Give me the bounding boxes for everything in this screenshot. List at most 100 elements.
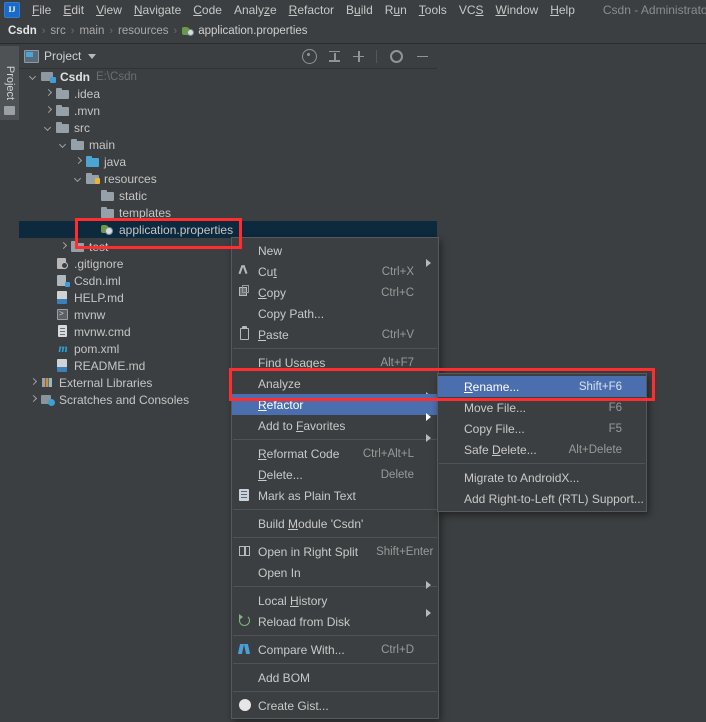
tree-row[interactable]: .idea bbox=[19, 85, 437, 102]
chevron-down-icon[interactable] bbox=[44, 123, 53, 132]
menu-window[interactable]: Window bbox=[490, 1, 545, 19]
refactor-submenu-item-rename[interactable]: Rename... Shift+F6 bbox=[438, 376, 646, 397]
context-menu-item-open-in-right-split[interactable]: Open in Right Split Shift+Enter bbox=[232, 541, 438, 562]
context-menu-item-copy[interactable]: Copy Ctrl+C bbox=[232, 282, 438, 303]
tree-arrow-none bbox=[44, 361, 53, 370]
menu-item-label: Add to Favorites bbox=[258, 418, 346, 433]
menu-build[interactable]: Build bbox=[340, 1, 379, 19]
toolbar-divider bbox=[376, 49, 377, 63]
context-menu-item-refactor[interactable]: Refactor bbox=[232, 394, 438, 421]
gist-icon bbox=[232, 695, 258, 716]
menu-file[interactable]: File bbox=[26, 1, 57, 19]
breadcrumb-item-resources[interactable]: resources bbox=[118, 25, 169, 37]
locate-icon[interactable] bbox=[302, 48, 317, 64]
chevron-down-icon[interactable] bbox=[59, 140, 68, 149]
chevron-down-icon[interactable] bbox=[74, 174, 83, 183]
context-menu-item-cut[interactable]: Cut Ctrl+X bbox=[232, 261, 438, 282]
tree-row[interactable]: templates bbox=[19, 204, 437, 221]
settings-gear-icon[interactable] bbox=[390, 49, 403, 63]
refactor-submenu-item-safe-delete[interactable]: Safe Delete... Alt+Delete bbox=[438, 439, 646, 460]
context-menu-item-reload-from-disk[interactable]: Reload from Disk bbox=[232, 611, 438, 632]
menu-tools[interactable]: Tools bbox=[413, 1, 453, 19]
tree-row-label: java bbox=[104, 154, 127, 169]
refactor-submenu-item-add-right-to-left-rtl-support[interactable]: Add Right-to-Left (RTL) Support... bbox=[438, 488, 646, 509]
context-menu-item-local-history[interactable]: Local History bbox=[232, 590, 438, 617]
menu-view[interactable]: View bbox=[90, 1, 128, 19]
menu-separator bbox=[233, 537, 437, 538]
context-menu-item-paste[interactable]: Paste Ctrl+V bbox=[232, 324, 438, 345]
tree-row[interactable]: .mvn bbox=[19, 102, 437, 119]
context-menu-item-delete[interactable]: Delete... Delete bbox=[232, 464, 438, 485]
context-menu-item-compare-with[interactable]: Compare With... Ctrl+D bbox=[232, 639, 438, 660]
menu-item-icon-slot bbox=[232, 562, 258, 583]
context-menu-item-new[interactable]: New bbox=[232, 240, 438, 267]
chevron-right-icon[interactable] bbox=[29, 378, 38, 387]
menu-help[interactable]: Help bbox=[544, 1, 581, 19]
refactor-submenu[interactable]: Rename... Shift+F6 Move File... F6 Copy File… bbox=[437, 373, 647, 512]
menu-item-label: Build Module 'Csdn' bbox=[258, 516, 364, 531]
menu-code[interactable]: Code bbox=[187, 1, 228, 19]
menu-item-shortcut: Ctrl+D bbox=[381, 643, 414, 656]
menu-refactor[interactable]: Refactor bbox=[283, 1, 340, 19]
tree-row[interactable]: resources bbox=[19, 170, 437, 187]
menu-item-shortcut: Alt+Delete bbox=[568, 443, 622, 456]
menu-vcs[interactable]: VCS bbox=[453, 1, 490, 19]
breadcrumb-item-src[interactable]: src bbox=[50, 25, 65, 37]
menu-navigate[interactable]: Navigate bbox=[128, 1, 187, 19]
refactor-submenu-item-move-file[interactable]: Move File... F6 bbox=[438, 397, 646, 418]
menu-item-icon-slot bbox=[232, 394, 258, 415]
context-menu-item-add-to-favorites[interactable]: Add to Favorites bbox=[232, 415, 438, 442]
menu-run[interactable]: Run bbox=[379, 1, 413, 19]
chevron-right-icon[interactable] bbox=[44, 89, 53, 98]
menu-edit[interactable]: Edit bbox=[57, 1, 90, 19]
tree-row[interactable]: Csdn E:\Csdn bbox=[19, 68, 437, 85]
context-menu-item-open-in[interactable]: Open In bbox=[232, 562, 438, 589]
chevron-right-icon[interactable] bbox=[59, 242, 68, 251]
chevron-right-icon[interactable] bbox=[74, 157, 83, 166]
chevron-down-icon[interactable] bbox=[88, 53, 97, 59]
chevron-right-icon[interactable] bbox=[29, 395, 38, 404]
expand-all-icon[interactable] bbox=[352, 50, 365, 63]
refactor-submenu-item-copy-file[interactable]: Copy File... F5 bbox=[438, 418, 646, 439]
menu-item-label: Analyze bbox=[258, 376, 301, 391]
breadcrumb-item-main[interactable]: main bbox=[79, 25, 104, 37]
breadcrumb-file[interactable]: application.properties bbox=[198, 25, 307, 37]
folder-res-icon bbox=[86, 172, 100, 185]
tool-window-tab-project[interactable]: Project bbox=[0, 46, 21, 120]
context-menu-item-create-gist[interactable]: Create Gist... bbox=[232, 695, 438, 716]
chevron-down-icon[interactable] bbox=[29, 72, 38, 81]
context-menu-item-find-usages[interactable]: Find Usages Alt+F7 bbox=[232, 352, 438, 373]
tree-row-label: .gitignore bbox=[74, 256, 124, 271]
collapse-all-icon[interactable] bbox=[328, 50, 341, 63]
tree-row-label: test bbox=[89, 239, 109, 254]
sh-icon bbox=[56, 308, 70, 321]
breadcrumb: Csdn › src › main › resources › applicat… bbox=[0, 19, 706, 44]
menu-analyze[interactable]: Analyze bbox=[228, 1, 283, 19]
module-icon bbox=[41, 70, 56, 83]
context-menu-item-build-module-csdn[interactable]: Build Module 'Csdn' bbox=[232, 513, 438, 534]
tree-row-label: HELP.md bbox=[74, 290, 124, 305]
hide-icon[interactable] bbox=[416, 50, 429, 63]
tree-row[interactable]: static bbox=[19, 187, 437, 204]
context-menu-item-mark-as-plain-text[interactable]: Mark as Plain Text bbox=[232, 485, 438, 506]
idea-window: FileEditViewNavigateCodeAnalyzeRefactorB… bbox=[0, 0, 706, 719]
breadcrumb-root[interactable]: Csdn bbox=[0, 25, 37, 37]
context-menu-item-add-bom[interactable]: Add BOM bbox=[232, 667, 438, 688]
chevron-right-icon[interactable] bbox=[44, 106, 53, 115]
tree-row[interactable]: main bbox=[19, 136, 437, 153]
tree-row-selected[interactable]: application.properties bbox=[19, 221, 437, 238]
tree-row[interactable]: java bbox=[19, 153, 437, 170]
tree-arrow-none bbox=[44, 310, 53, 319]
tree-arrow-none bbox=[44, 259, 53, 268]
context-menu[interactable]: New Cut Ctrl+X Copy Ctrl+C Copy Path... Paste C… bbox=[231, 237, 439, 719]
refactor-submenu-item-migrate-to-androidx[interactable]: Migrate to AndroidX... bbox=[438, 467, 646, 488]
cmd-icon bbox=[56, 325, 70, 338]
tree-row[interactable]: src bbox=[19, 119, 437, 136]
tree-arrow-none bbox=[44, 327, 53, 336]
copy-icon bbox=[232, 282, 258, 303]
context-menu-item-analyze[interactable]: Analyze bbox=[232, 373, 438, 400]
menu-bar: FileEditViewNavigateCodeAnalyzeRefactorB… bbox=[0, 0, 706, 19]
context-menu-item-copy-path[interactable]: Copy Path... bbox=[232, 303, 438, 324]
context-menu-item-reformat-code[interactable]: Reformat Code Ctrl+Alt+L bbox=[232, 443, 438, 464]
menu-item-label: Migrate to AndroidX... bbox=[464, 470, 580, 485]
